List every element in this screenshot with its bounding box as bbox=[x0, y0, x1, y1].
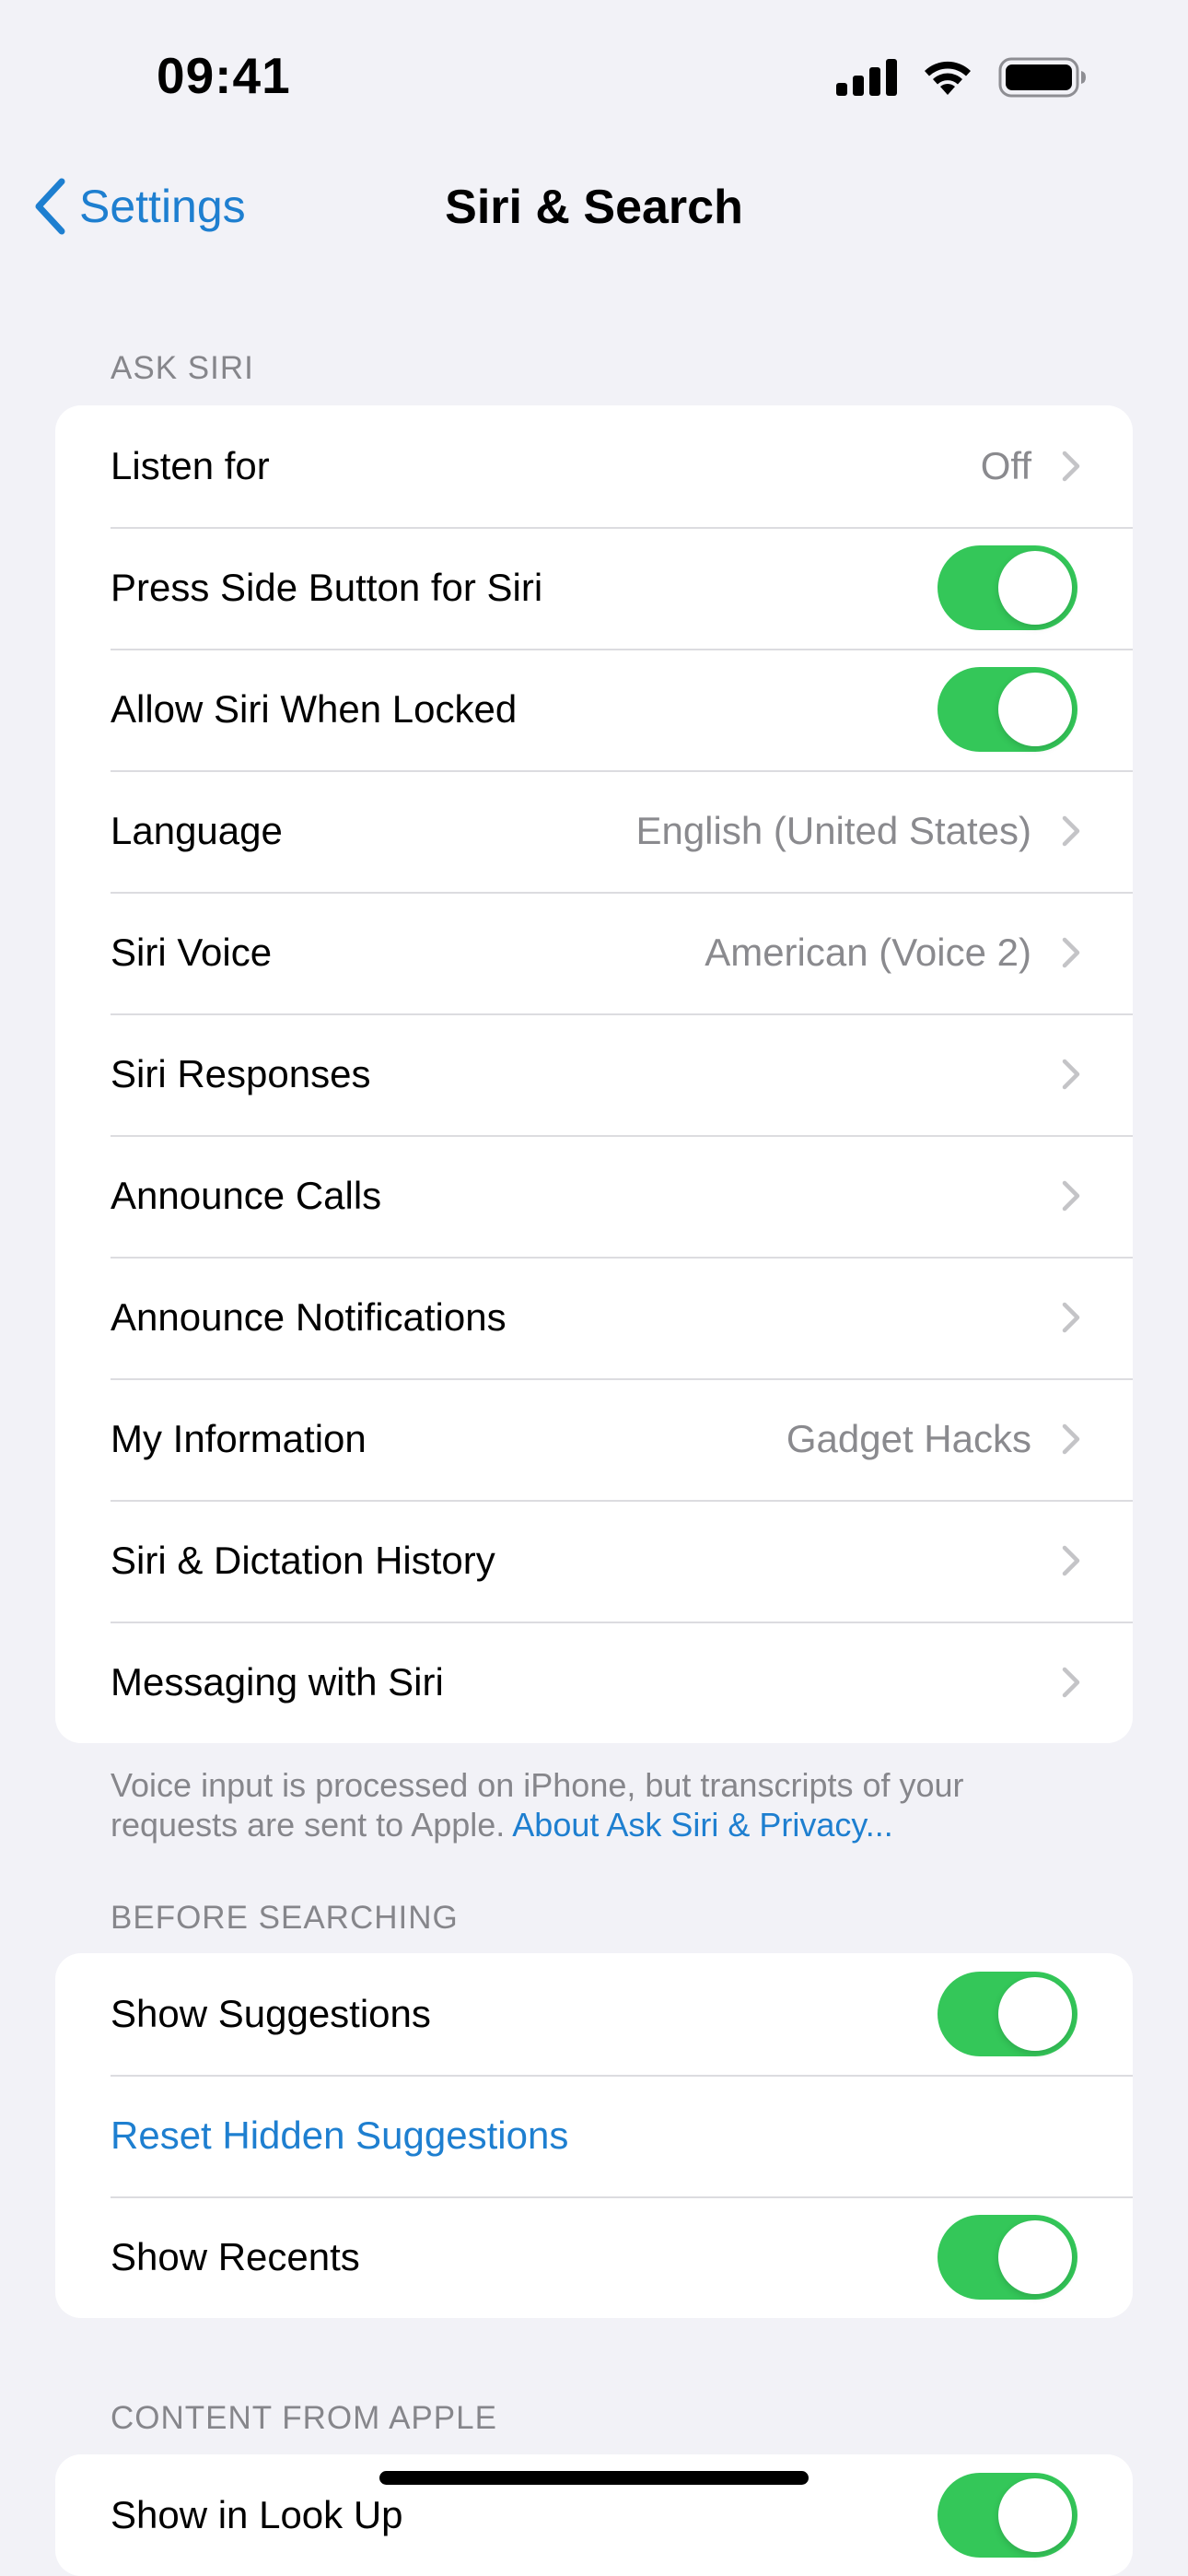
row-messaging-with-siri[interactable]: Messaging with Siri bbox=[55, 1622, 1133, 1743]
row-listen-for[interactable]: Listen for Off bbox=[55, 405, 1133, 527]
row-label: Announce Notifications bbox=[111, 1295, 507, 1339]
row-press-side-button: Press Side Button for Siri bbox=[55, 527, 1133, 649]
row-label: Siri Voice bbox=[111, 931, 273, 974]
row-value: English (United States) bbox=[635, 809, 1031, 852]
row-label: Show Recents bbox=[111, 2235, 360, 2278]
status-bar: 09:41 bbox=[0, 0, 1188, 161]
chevron-right-icon bbox=[1062, 451, 1080, 482]
section-header-ask-siri: ASK SIRI bbox=[111, 350, 254, 386]
wifi-icon bbox=[925, 61, 971, 95]
chevron-right-icon bbox=[1062, 1180, 1080, 1212]
chevron-right-icon bbox=[1062, 1423, 1080, 1455]
toggle-knob bbox=[998, 673, 1072, 746]
row-label: Show Suggestions bbox=[111, 1992, 431, 2035]
row-language[interactable]: Language English (United States) bbox=[55, 770, 1133, 892]
chevron-right-icon bbox=[1062, 937, 1080, 968]
row-label: Siri Responses bbox=[111, 1052, 371, 1095]
chevron-right-icon bbox=[1062, 1667, 1080, 1698]
toggle-knob bbox=[998, 2478, 1072, 2552]
row-label: Listen for bbox=[111, 444, 270, 487]
page-title: Siri & Search bbox=[445, 181, 743, 234]
toggle-knob bbox=[998, 551, 1072, 625]
section-header-content-from-apple: CONTENT FROM APPLE bbox=[111, 2400, 497, 2436]
chevron-right-icon bbox=[1062, 1059, 1080, 1090]
row-siri-voice[interactable]: Siri Voice American (Voice 2) bbox=[55, 892, 1133, 1013]
section-header-before-searching: BEFORE SEARCHING bbox=[111, 1900, 459, 1936]
battery-icon bbox=[998, 57, 1086, 98]
row-show-recents: Show Recents bbox=[55, 2196, 1133, 2318]
row-siri-dictation-history[interactable]: Siri & Dictation History bbox=[55, 1500, 1133, 1622]
show-recents-toggle[interactable] bbox=[938, 2215, 1077, 2300]
status-icons bbox=[836, 57, 1087, 98]
row-value: American (Voice 2) bbox=[705, 931, 1031, 974]
row-value: Off bbox=[980, 444, 1031, 487]
chevron-right-icon bbox=[1062, 1545, 1080, 1576]
row-value: Gadget Hacks bbox=[786, 1417, 1031, 1460]
navigation-bar: Settings Siri & Search bbox=[0, 161, 1188, 263]
toggle-knob bbox=[998, 2220, 1072, 2294]
row-label: Language bbox=[111, 809, 283, 852]
row-label: My Information bbox=[111, 1417, 367, 1460]
row-label: Press Side Button for Siri bbox=[111, 566, 543, 609]
row-allow-siri-when-locked: Allow Siri When Locked bbox=[55, 649, 1133, 770]
row-show-suggestions: Show Suggestions bbox=[55, 1953, 1133, 2075]
privacy-link[interactable]: About Ask Siri & Privacy... bbox=[512, 1806, 892, 1844]
allow-siri-locked-toggle[interactable] bbox=[938, 667, 1077, 752]
row-label: Allow Siri When Locked bbox=[111, 687, 518, 731]
show-suggestions-toggle[interactable] bbox=[938, 1972, 1077, 2056]
chevron-right-icon bbox=[1062, 1302, 1080, 1333]
press-side-button-toggle[interactable] bbox=[938, 545, 1077, 630]
row-label: Announce Calls bbox=[111, 1174, 382, 1217]
row-siri-responses[interactable]: Siri Responses bbox=[55, 1013, 1133, 1135]
home-indicator[interactable] bbox=[379, 2471, 809, 2485]
toggle-knob bbox=[998, 1977, 1072, 2051]
row-my-information[interactable]: My Information Gadget Hacks bbox=[55, 1378, 1133, 1500]
row-reset-hidden-suggestions[interactable]: Reset Hidden Suggestions bbox=[55, 2075, 1133, 2196]
show-in-look-up-toggle[interactable] bbox=[938, 2473, 1077, 2558]
row-label: Show in Look Up bbox=[111, 2493, 403, 2536]
before-searching-group: Show Suggestions Reset Hidden Suggestion… bbox=[55, 1953, 1133, 2318]
ask-siri-group: Listen for Off Press Side Button for Sir… bbox=[55, 405, 1133, 1743]
status-time: 09:41 bbox=[157, 47, 291, 104]
ask-siri-footer: Voice input is processed on iPhone, but … bbox=[111, 1765, 1087, 1844]
row-announce-notifications[interactable]: Announce Notifications bbox=[55, 1257, 1133, 1378]
row-label: Messaging with Siri bbox=[111, 1660, 444, 1704]
row-announce-calls[interactable]: Announce Calls bbox=[55, 1135, 1133, 1257]
row-label: Siri & Dictation History bbox=[111, 1539, 495, 1582]
cellular-signal-icon bbox=[836, 59, 897, 96]
reset-hidden-suggestions-button[interactable]: Reset Hidden Suggestions bbox=[111, 2113, 568, 2158]
chevron-right-icon bbox=[1062, 815, 1080, 847]
